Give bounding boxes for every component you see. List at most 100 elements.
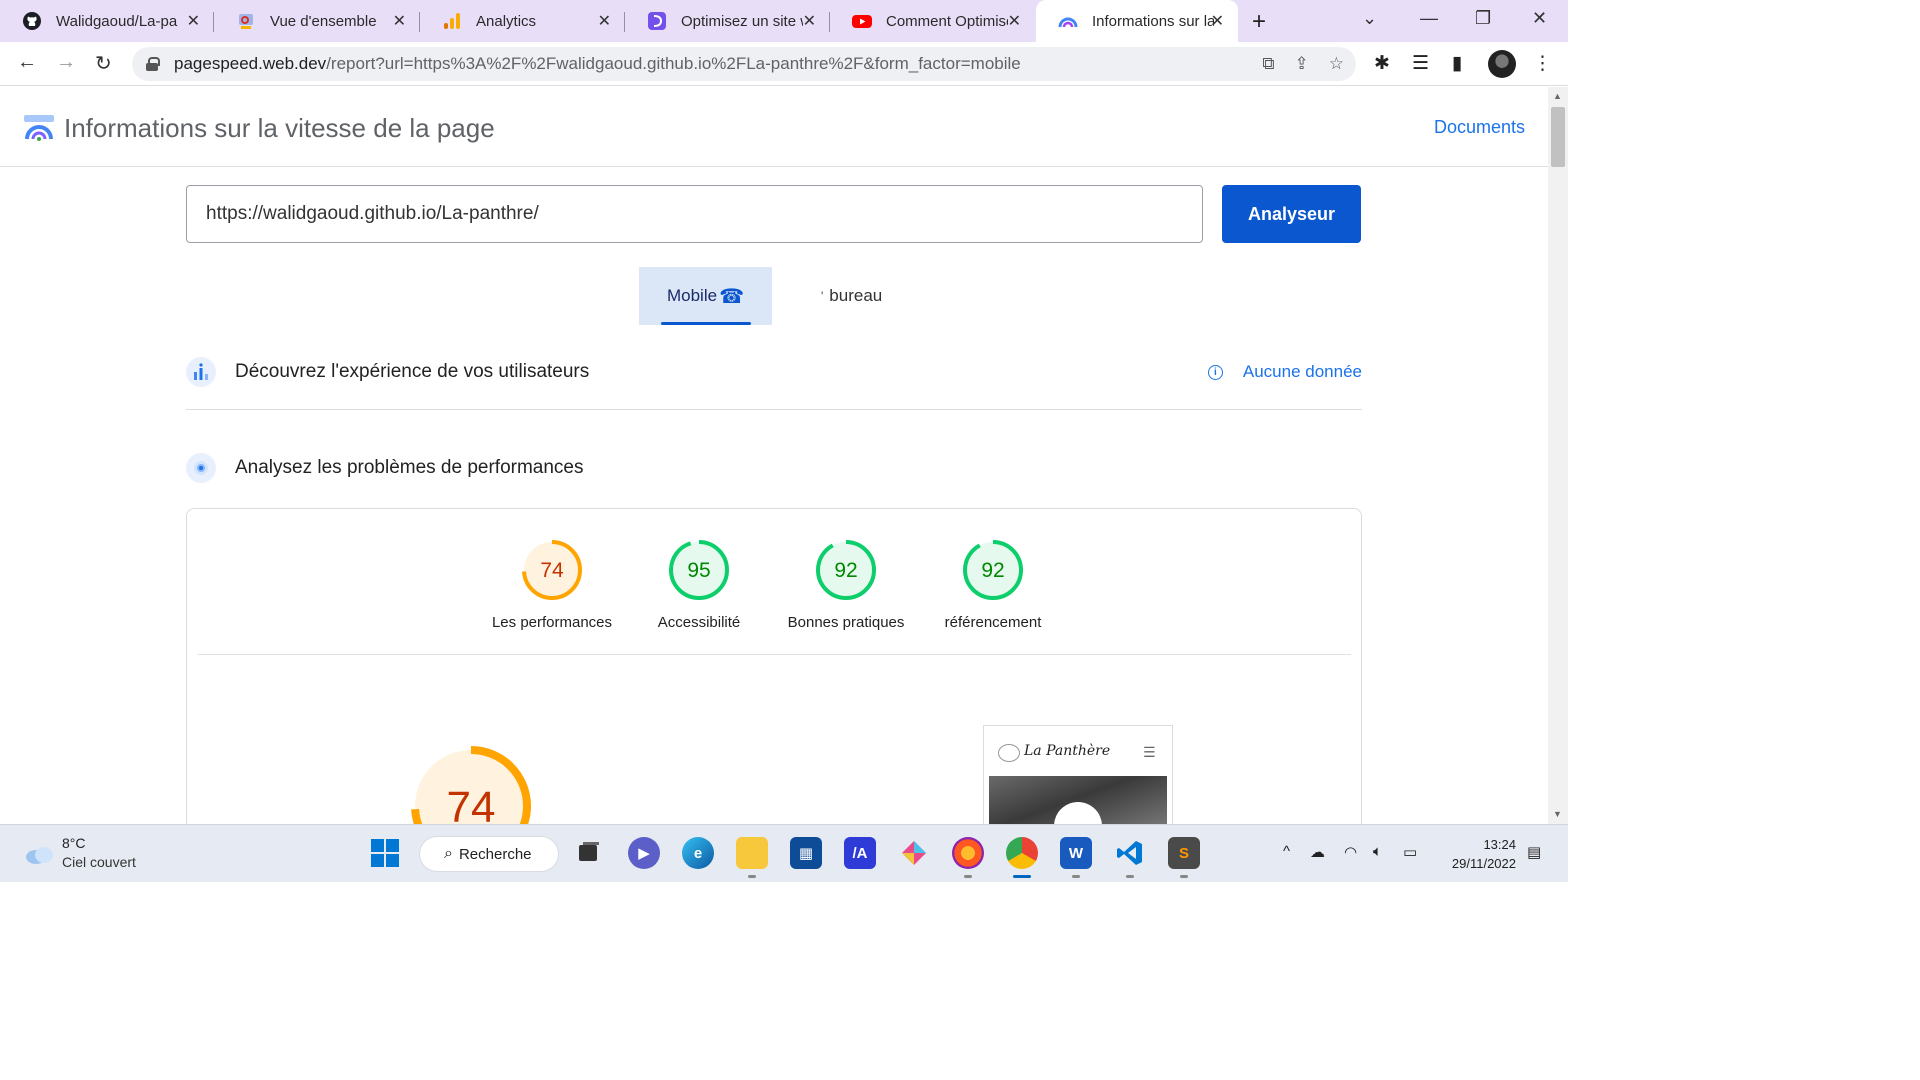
- weather-description[interactable]: Ciel couvert: [62, 854, 136, 870]
- score-label: Les performances: [491, 614, 613, 631]
- tab-label: Informations sur la: [1092, 12, 1214, 30]
- tab-analytics[interactable]: Analytics ✕: [420, 0, 625, 42]
- browser-toolbar: ← → ↻ pagespeed.web.dev/report?url=https…: [0, 42, 1568, 86]
- side-panel-icon[interactable]: ▮: [1452, 52, 1462, 75]
- battery-icon[interactable]: ▭: [1403, 843, 1417, 861]
- tab-pagespeed[interactable]: Informations sur la ✕: [1036, 0, 1238, 42]
- gauge-ring: 74: [522, 540, 582, 600]
- tab-search-console[interactable]: Vue d'ensemble ✕: [214, 0, 420, 42]
- profile-avatar[interactable]: [1488, 50, 1516, 78]
- analyze-button[interactable]: Analyseur: [1222, 185, 1361, 243]
- extensions-icon[interactable]: ✱: [1374, 52, 1390, 75]
- back-icon[interactable]: ←: [17, 51, 37, 74]
- no-data-link[interactable]: i Aucune donnée: [1207, 362, 1362, 382]
- scrollbar-thumb[interactable]: [1551, 107, 1565, 167]
- scroll-down-icon[interactable]: ▼: [1553, 809, 1562, 819]
- tab-search-chevron-icon[interactable]: ⌄: [1362, 8, 1377, 29]
- task-view-icon[interactable]: [573, 837, 605, 869]
- field-data-title: Découvrez l'expérience de vos utilisateu…: [235, 361, 590, 382]
- wifi-icon[interactable]: ◠: [1344, 843, 1357, 861]
- windows-start-icon[interactable]: [369, 837, 401, 869]
- tab-desktop[interactable]: ' bureau: [821, 267, 882, 325]
- documents-link[interactable]: Documents: [1434, 117, 1525, 138]
- lighthouse-report-card: 74 Les performances 95 Accessibilité 92: [186, 508, 1362, 824]
- close-icon[interactable]: ✕: [1008, 11, 1021, 31]
- psi-header: Informations sur la vitesse de la page D…: [0, 87, 1548, 167]
- chevron-up-icon[interactable]: ^: [1283, 843, 1290, 860]
- active-tab-indicator: [661, 322, 751, 325]
- url-input[interactable]: https://walidgaoud.github.io/La-panthre/: [186, 185, 1203, 243]
- file-explorer-icon[interactable]: [736, 837, 768, 869]
- close-icon[interactable]: ✕: [803, 11, 816, 31]
- media-control-icon[interactable]: ☰: [1412, 52, 1429, 75]
- translate-icon[interactable]: ⧉: [1262, 54, 1274, 74]
- diagnostics-icon: [186, 453, 216, 483]
- tool-app-icon[interactable]: /A: [844, 837, 876, 869]
- tab-github[interactable]: Walidgaoud/La-par ✕: [0, 0, 214, 42]
- gauge-ring: 92: [816, 540, 876, 600]
- openclassrooms-icon: [647, 11, 667, 31]
- teams-chat-icon[interactable]: ▶: [628, 837, 660, 869]
- microsoft-store-icon[interactable]: ▦: [790, 837, 822, 869]
- vscode-icon[interactable]: [1114, 837, 1146, 869]
- firefox-icon[interactable]: [952, 837, 984, 869]
- close-icon[interactable]: ✕: [1211, 11, 1224, 31]
- preview-hero-image: [989, 776, 1167, 824]
- sublime-text-icon[interactable]: S: [1168, 837, 1200, 869]
- close-icon[interactable]: ✕: [187, 11, 200, 31]
- onedrive-warning-icon[interactable]: ☁: [1310, 843, 1325, 861]
- system-clock[interactable]: 13:24 29/11/2022: [1444, 835, 1516, 873]
- forward-icon[interactable]: →: [56, 51, 76, 74]
- tab-mobile[interactable]: Mobile ☎: [639, 267, 772, 325]
- chrome-icon[interactable]: [1006, 837, 1038, 869]
- youtube-icon: [852, 11, 872, 31]
- volume-icon[interactable]: 🔈︎: [1373, 843, 1382, 860]
- running-indicator: [1180, 875, 1188, 878]
- tab-label: Analytics: [476, 12, 537, 30]
- windows-taskbar: 8°C Ciel couvert ⌕ Recherche ▶ e ▦ /A W …: [0, 824, 1568, 882]
- score-gauges: 74 Les performances 95 Accessibilité 92: [477, 539, 1077, 639]
- taskbar-search[interactable]: ⌕ Recherche: [419, 836, 559, 872]
- browser-tab-strip: Walidgaoud/La-par ✕ Vue d'ensemble ✕ Ana…: [0, 0, 1568, 42]
- close-icon[interactable]: ✕: [393, 11, 406, 31]
- menu-dots-icon[interactable]: ⋮: [1533, 52, 1552, 75]
- pagespeed-icon: [1058, 11, 1078, 31]
- weather-temperature[interactable]: 8°C: [62, 835, 86, 851]
- tab-openclassrooms[interactable]: Optimisez un site w ✕: [625, 0, 830, 42]
- tab-mobile-label: Mobile: [666, 286, 718, 305]
- colorful-app-icon[interactable]: [898, 837, 930, 869]
- tab-label: Optimisez un site w: [681, 12, 803, 30]
- close-icon[interactable]: ✕: [598, 11, 611, 31]
- gauge-accessibility[interactable]: 95 Accessibilité: [624, 539, 774, 631]
- bookmark-star-icon[interactable]: ☆: [1329, 54, 1344, 74]
- scroll-up-icon[interactable]: ▲: [1553, 91, 1562, 101]
- word-icon[interactable]: W: [1060, 837, 1092, 869]
- notifications-icon[interactable]: ▤: [1527, 843, 1541, 861]
- tab-youtube[interactable]: Comment Optimise ✕: [830, 0, 1035, 42]
- minimize-icon[interactable]: —: [1420, 8, 1438, 29]
- analytics-icon: [442, 11, 462, 31]
- score-value: 95: [687, 559, 710, 582]
- pagespeed-logo-icon[interactable]: [24, 111, 54, 141]
- cloud-icon[interactable]: [24, 843, 54, 865]
- share-icon[interactable]: ⇪: [1295, 54, 1309, 74]
- reload-icon[interactable]: ↻: [95, 51, 112, 76]
- page-title: Informations sur la vitesse de la page: [64, 113, 495, 143]
- page-scrollbar[interactable]: ▲ ▼: [1548, 87, 1568, 824]
- field-data-section: Découvrez l'expérience de vos utilisateu…: [186, 352, 1362, 392]
- score-value: 92: [981, 559, 1004, 582]
- gauge-ring: 95: [669, 540, 729, 600]
- hamburger-menu-icon: ☰: [1143, 744, 1156, 760]
- gauge-best-practices[interactable]: 92 Bonnes pratiques: [771, 539, 921, 631]
- clock-time: 13:24: [1483, 837, 1516, 852]
- gauge-ring: 92: [963, 540, 1023, 600]
- new-tab-button[interactable]: +: [1252, 8, 1266, 36]
- edge-icon[interactable]: e: [682, 837, 714, 869]
- restore-icon[interactable]: ❐: [1475, 8, 1491, 29]
- close-window-icon[interactable]: ✕: [1532, 8, 1547, 29]
- card-divider: [198, 654, 1351, 655]
- tab-label: Vue d'ensemble: [270, 12, 377, 30]
- gauge-performance[interactable]: 74 Les performances: [477, 539, 627, 631]
- gauge-seo[interactable]: 92 référencement: [918, 539, 1068, 631]
- address-bar[interactable]: pagespeed.web.dev/report?url=https%3A%2F…: [132, 47, 1356, 81]
